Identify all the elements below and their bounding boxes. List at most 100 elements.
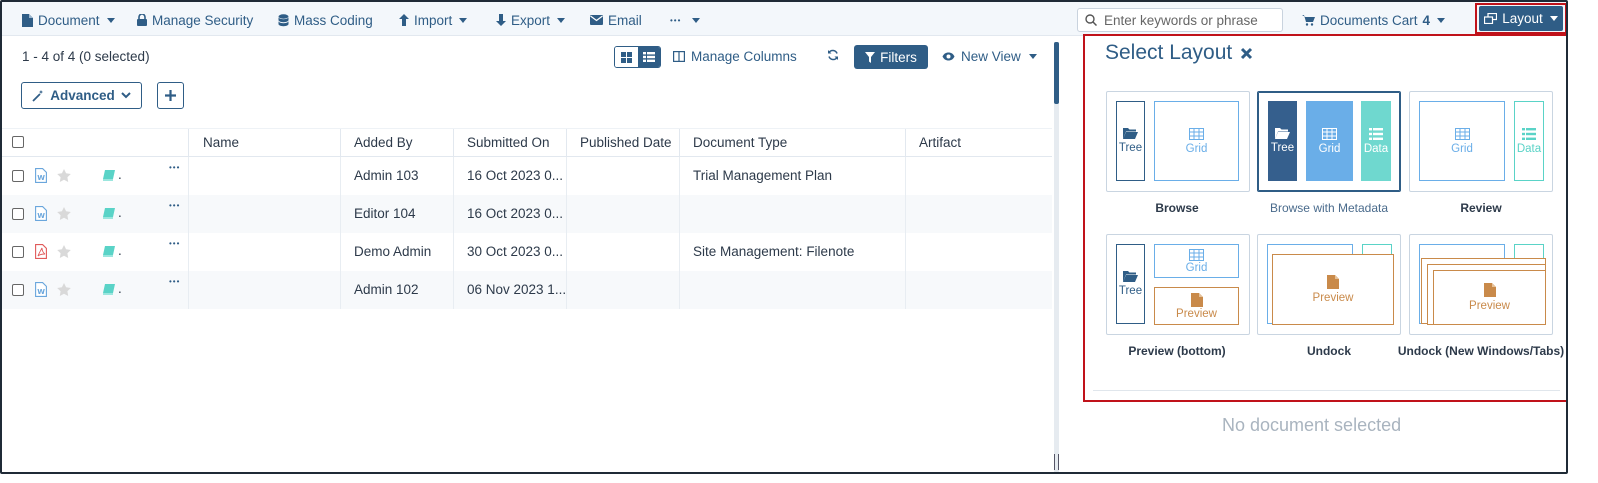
columns-icon [673,51,685,62]
column-header-published-date[interactable]: Published Date [580,135,672,150]
book-icon[interactable] [102,246,116,257]
scrollbar-thumb[interactable] [1054,42,1059,104]
filters-button[interactable]: Filters [854,45,928,69]
close-icon[interactable] [1240,47,1253,60]
refresh-button[interactable] [827,49,839,61]
cell-added-by: Admin 103 [354,168,419,183]
column-divider [679,233,680,271]
documents-table: Name Added By Submitted On Published Dat… [2,128,1052,309]
column-divider [905,271,906,309]
caret-down-icon [1437,17,1446,23]
advanced-label: Advanced [50,88,115,103]
layout-option-browse[interactable]: Tree Grid [1106,91,1250,192]
book-icon[interactable] [102,284,116,295]
grid-pane: Grid [1306,101,1353,181]
page-icon [1190,292,1203,307]
row-actions-ellipsis-icon[interactable]: ••• [169,201,180,210]
search-box[interactable] [1077,8,1283,32]
manage-columns-button[interactable]: Manage Columns [673,49,797,64]
row-checkbox[interactable] [12,284,24,296]
export-menu[interactable]: Export [496,11,566,29]
resize-grip-icon[interactable] [1054,454,1059,470]
select-all-checkbox[interactable] [12,136,24,148]
import-menu[interactable]: Import [399,11,468,29]
layout-button[interactable]: Layout [1479,6,1563,31]
star-icon[interactable] [57,207,71,220]
column-header-document-type[interactable]: Document Type [693,135,787,150]
table-row[interactable]: W . ••• Admin 102 06 Nov 2023 1... [2,271,1052,309]
column-divider [566,129,567,158]
column-divider [453,129,454,158]
column-header-name[interactable]: Name [203,135,239,150]
document-menu[interactable]: Document [22,11,115,29]
column-header-submitted-on[interactable]: Submitted On [467,135,550,150]
advanced-search-button[interactable]: Advanced [21,82,142,109]
export-label: Export [511,12,551,28]
column-divider [453,195,454,233]
cart-icon [1302,15,1315,26]
row-checkbox[interactable] [12,170,24,182]
column-header-artifact[interactable]: Artifact [919,135,961,150]
column-divider [188,129,189,158]
row-actions-ellipsis-icon[interactable]: ••• [169,163,180,172]
table-row[interactable]: W . ••• Editor 104 16 Oct 2023 0... [2,195,1052,233]
manage-security-button[interactable]: Manage Security [137,11,253,29]
preview-pane: Preview [1154,287,1239,325]
column-divider [340,195,341,233]
magic-wand-icon [32,89,44,102]
word-file-icon: W [35,282,47,297]
caret-down-icon [459,17,468,23]
table-icon [1189,248,1204,261]
svg-text:W: W [37,174,45,182]
column-divider [566,195,567,233]
star-icon[interactable] [57,245,71,258]
star-icon[interactable] [57,283,71,296]
more-actions-menu[interactable]: ••• [670,11,701,29]
tree-pane: Tree [1268,101,1297,181]
table-row[interactable]: W . ••• Admin 103 16 Oct 2023 0... Trial… [2,157,1052,195]
new-view-menu[interactable]: New View [942,49,1037,64]
svg-text:W: W [37,212,45,220]
mass-coding-button[interactable]: Mass Coding [278,11,373,29]
layout-option-preview-bottom[interactable]: Tree Grid Preview [1106,234,1250,335]
folder-icon [1275,128,1290,139]
column-header-added-by[interactable]: Added By [354,135,413,150]
column-divider [188,271,189,309]
search-input[interactable] [1104,12,1274,28]
tile-view-button[interactable] [615,47,638,67]
select-layout-title-text: Select Layout [1105,41,1233,64]
layout-option-undock[interactable]: Preview [1257,234,1401,335]
top-toolbar: Document Manage Security Mass Coding Imp… [2,2,1566,36]
book-icon[interactable] [102,170,116,181]
row-checkbox[interactable] [12,246,24,258]
table-row[interactable]: . ••• Demo Admin 30 Oct 2023 0... Site M… [2,233,1052,271]
book-icon[interactable] [102,208,116,219]
column-divider [453,233,454,271]
add-filter-button[interactable] [157,82,184,109]
column-divider [679,129,680,158]
grid-pane: Grid [1154,101,1239,181]
mass-coding-label: Mass Coding [294,12,373,28]
table-icon [1454,127,1470,140]
import-label: Import [414,12,453,28]
star-icon[interactable] [57,169,71,182]
caret-down-icon [692,17,701,23]
layout-option-browse-with-metadata[interactable]: Tree Grid Data [1257,91,1401,192]
layout-option-review[interactable]: Grid Data [1409,91,1553,192]
row-actions-ellipsis-icon[interactable]: ••• [169,277,180,286]
layout-option-label: Review [1460,201,1502,215]
layout-option-undock-new-windows[interactable]: Preview [1409,234,1553,335]
row-actions-ellipsis-icon[interactable]: ••• [169,239,180,248]
results-count: 1 - 4 of 4 (0 selected) [22,49,150,64]
row-checkbox[interactable] [12,208,24,220]
caret-down-icon [106,17,115,23]
panel-divider [1093,390,1560,391]
data-pane: Data [1514,101,1544,181]
documents-cart-menu[interactable]: Documents Cart 4 [1302,11,1446,29]
list-view-button[interactable] [637,47,660,67]
svg-text:W: W [37,288,45,296]
page-icon [1327,275,1339,289]
column-divider [340,129,341,158]
email-button[interactable]: Email [590,11,642,29]
panel-splitter[interactable] [1054,42,1059,472]
